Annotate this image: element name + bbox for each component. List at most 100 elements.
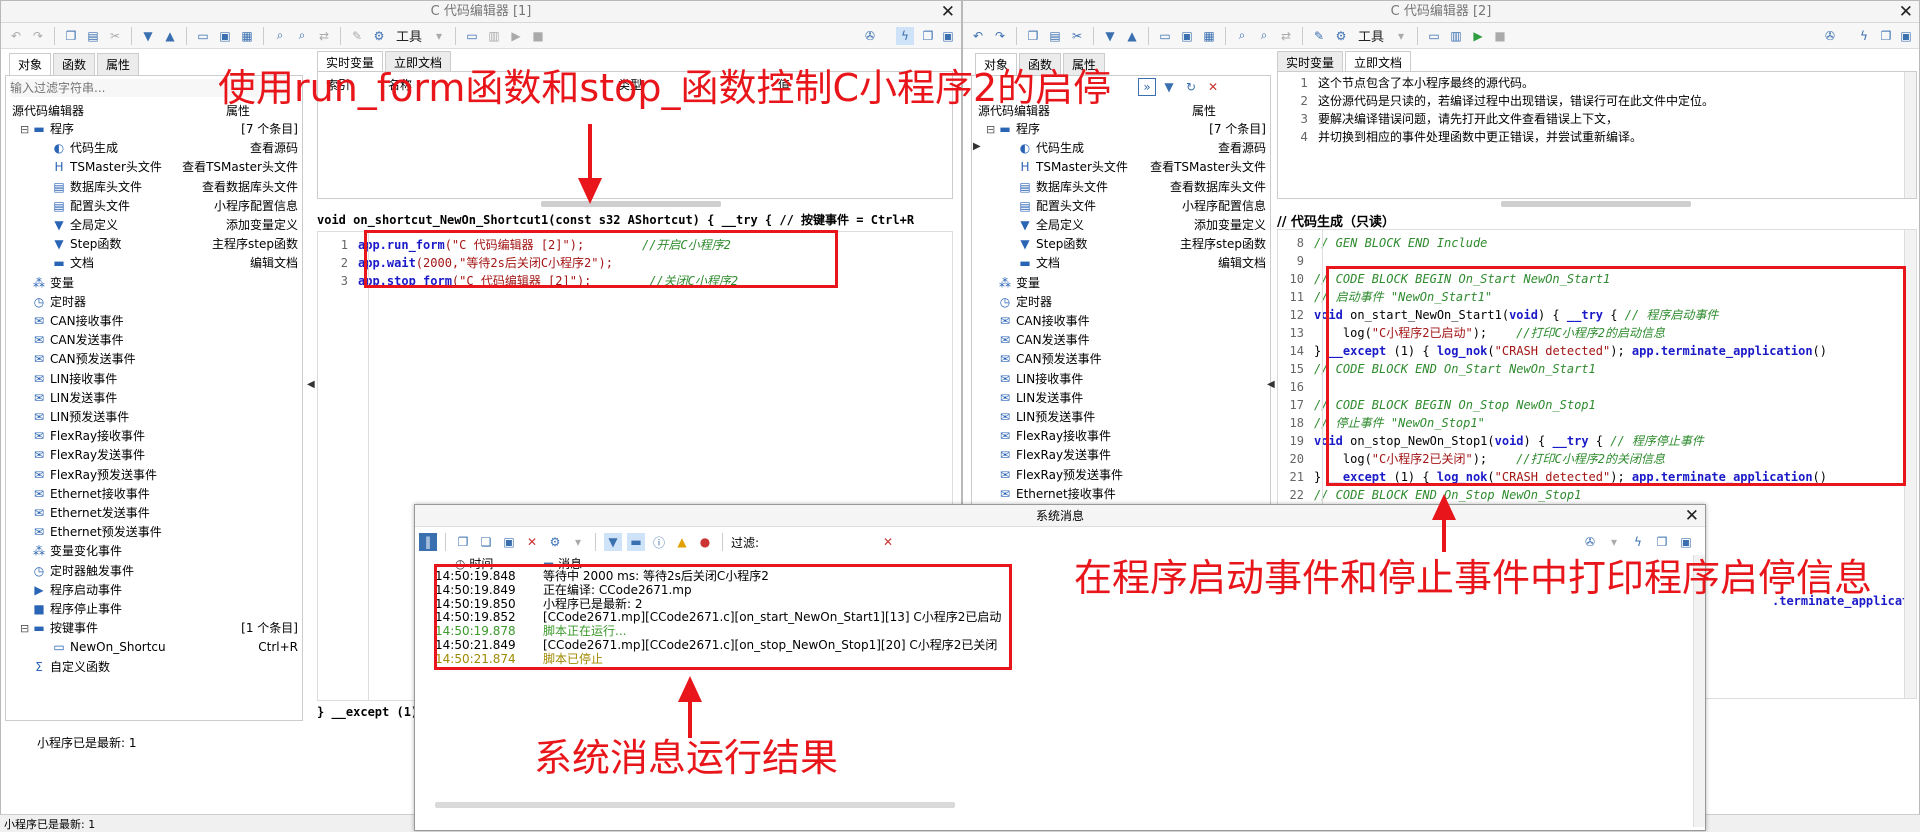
find-next-icon[interactable]: ⌕ bbox=[293, 27, 311, 45]
filter-icon[interactable]: ▼ bbox=[604, 533, 622, 551]
tree-item[interactable]: ▭ NewOn_Shortcu bbox=[40, 638, 165, 657]
tree-item[interactable]: ✉ Ethernet接收事件 bbox=[986, 485, 1116, 504]
window-icon[interactable]: ❐ bbox=[919, 27, 937, 45]
tools-menu-button[interactable]: 工具 bbox=[392, 26, 426, 45]
tree-item-value[interactable]: 主程序step函数 bbox=[1180, 235, 1266, 254]
arrow-up-icon[interactable]: ▲ bbox=[1123, 27, 1141, 45]
edit-icon[interactable]: ✎ bbox=[1310, 27, 1328, 45]
undo-icon[interactable]: ↶ bbox=[7, 27, 25, 45]
tree-item[interactable]: ✉ FlexRay接收事件 bbox=[986, 427, 1111, 446]
gear-icon[interactable]: ⚙ bbox=[1332, 27, 1350, 45]
window-icon[interactable]: ❐ bbox=[1877, 27, 1895, 45]
tree-item[interactable]: ✉ LIN预发送事件 bbox=[20, 408, 129, 427]
tree-item[interactable]: ✉ CAN预发送事件 bbox=[20, 350, 136, 369]
tree-item[interactable]: ◷ 定时器 bbox=[20, 293, 86, 312]
tab-properties[interactable]: 属性 bbox=[97, 53, 140, 75]
save-icon[interactable]: ▣ bbox=[1178, 27, 1196, 45]
tree-item[interactable]: H TSMaster头文件 bbox=[1006, 158, 1127, 177]
restore-icon[interactable]: ▣ bbox=[939, 27, 957, 45]
paste-icon[interactable]: ▤ bbox=[1046, 27, 1064, 45]
tree-item-value[interactable]: 小程序配置信息 bbox=[214, 197, 298, 216]
clear-icon[interactable]: ✕ bbox=[1204, 78, 1222, 96]
restore-icon[interactable]: ▣ bbox=[1897, 27, 1915, 45]
tree-item[interactable]: Σ 自定义函数 bbox=[20, 658, 110, 677]
run-icon[interactable]: ▶ bbox=[507, 27, 525, 45]
redo-icon[interactable]: ↷ bbox=[29, 27, 47, 45]
arrow-down-icon[interactable]: ▼ bbox=[139, 27, 157, 45]
redo-icon[interactable]: ↷ bbox=[991, 27, 1009, 45]
save-as-icon[interactable]: ▦ bbox=[238, 27, 256, 45]
tab-realtime-vars[interactable]: 实时变量 bbox=[1277, 51, 1344, 73]
open-icon[interactable]: ▭ bbox=[194, 27, 212, 45]
chevron-down-icon[interactable]: ▾ bbox=[1605, 533, 1623, 551]
tree-item[interactable]: ✉ LIN发送事件 bbox=[20, 389, 117, 408]
tree-item[interactable]: ⊟ ▬ 按键事件 bbox=[20, 619, 98, 638]
tree-item-value[interactable]: [1 个条目] bbox=[241, 619, 298, 638]
collapse-panel-icon[interactable]: ◀ bbox=[307, 379, 315, 390]
lightning-icon[interactable]: ϟ bbox=[896, 27, 914, 45]
tree-item[interactable]: ▤ 数据库头文件 bbox=[1006, 178, 1108, 197]
tree-item[interactable]: ■ 程序停止事件 bbox=[20, 600, 122, 619]
close-icon[interactable]: ✕ bbox=[941, 1, 955, 23]
tree-item[interactable]: ✉ LIN预发送事件 bbox=[986, 408, 1095, 427]
run-icon[interactable]: ▶ bbox=[1469, 27, 1487, 45]
tab-functions[interactable]: 函数 bbox=[53, 53, 96, 75]
lightning-icon[interactable]: ϟ bbox=[1629, 533, 1647, 551]
tree-item-value[interactable]: 编辑文档 bbox=[250, 254, 298, 273]
tree-item[interactable]: ✉ FlexRay预发送事件 bbox=[20, 466, 157, 485]
tree-item[interactable]: ✉ Ethernet预发送事件 bbox=[20, 523, 162, 542]
chevron-down-icon[interactable]: ▾ bbox=[1392, 27, 1410, 45]
chat-icon[interactable]: ▬ bbox=[627, 533, 645, 551]
tab-immediate-doc[interactable]: 立即文档 bbox=[1345, 51, 1412, 73]
tree-item-value[interactable]: 主程序step函数 bbox=[212, 235, 298, 254]
tree-item[interactable]: ✉ LIN接收事件 bbox=[986, 370, 1083, 389]
save-icon[interactable]: ▣ bbox=[216, 27, 234, 45]
collapse-panel-icon[interactable]: ◀ bbox=[1267, 379, 1275, 390]
tree-item[interactable]: ⁂ 变量变化事件 bbox=[20, 542, 122, 561]
replace-icon[interactable]: ⇄ bbox=[1277, 27, 1295, 45]
tree-item-value[interactable]: 查看数据库头文件 bbox=[202, 178, 298, 197]
tree-item[interactable]: ✉ LIN发送事件 bbox=[986, 389, 1083, 408]
expand-panel-icon[interactable]: ▶ bbox=[973, 141, 981, 152]
collapse-toggle-icon[interactable]: ⊟ bbox=[20, 120, 32, 139]
folder-icon[interactable]: ▭ bbox=[1425, 27, 1443, 45]
tree-item[interactable]: ✉ CAN预发送事件 bbox=[986, 350, 1102, 369]
clear-filter-icon[interactable]: ✕ bbox=[879, 533, 897, 551]
tree-item-value[interactable]: 查看TSMaster头文件 bbox=[182, 158, 298, 177]
tree-item[interactable]: ▤ 数据库头文件 bbox=[40, 178, 142, 197]
tree-item[interactable]: ◷ 定时器 bbox=[986, 293, 1052, 312]
restore-icon[interactable]: ▣ bbox=[1677, 533, 1695, 551]
search-icon[interactable]: ⌕ bbox=[1233, 27, 1251, 45]
paste-icon[interactable]: ▤ bbox=[84, 27, 102, 45]
tree-item[interactable]: ✉ FlexRay预发送事件 bbox=[986, 466, 1123, 485]
copy-all-icon[interactable]: ❏ bbox=[477, 533, 495, 551]
wrench-icon[interactable]: ✇ bbox=[1581, 533, 1599, 551]
cut-icon[interactable]: ✂ bbox=[106, 27, 124, 45]
copy-icon[interactable]: ❐ bbox=[1024, 27, 1042, 45]
tree-item-value[interactable]: 查看数据库头文件 bbox=[1170, 178, 1266, 197]
wrench-icon[interactable]: ✇ bbox=[861, 27, 879, 45]
warning-icon[interactable]: ▲ bbox=[673, 533, 691, 551]
lightning-icon[interactable]: ϟ bbox=[1855, 27, 1873, 45]
stop-icon[interactable]: ■ bbox=[529, 27, 547, 45]
tab-objects[interactable]: 对象 bbox=[9, 53, 52, 75]
tree-item-value[interactable]: [7 个条目] bbox=[241, 120, 298, 139]
chevron-down-icon[interactable]: ▾ bbox=[430, 27, 448, 45]
cut-icon[interactable]: ✂ bbox=[1068, 27, 1086, 45]
tree-item[interactable]: ◐ 代码生成 bbox=[40, 139, 118, 158]
tree-item-value[interactable]: 查看源码 bbox=[1218, 139, 1266, 158]
info-icon[interactable]: ⓘ bbox=[650, 533, 668, 551]
tree-item[interactable]: ✉ FlexRay发送事件 bbox=[986, 446, 1111, 465]
copy-icon[interactable]: ❐ bbox=[454, 533, 472, 551]
tree-item-value[interactable]: 编辑文档 bbox=[1218, 254, 1266, 273]
tree-item-value[interactable]: [7 个条目] bbox=[1209, 120, 1266, 139]
compile-icon[interactable]: ▥ bbox=[485, 27, 503, 45]
undo-icon[interactable]: ↶ bbox=[969, 27, 987, 45]
close-icon[interactable]: ✕ bbox=[1899, 1, 1913, 23]
open-icon[interactable]: ▭ bbox=[1156, 27, 1174, 45]
refresh-icon[interactable]: ↻ bbox=[1182, 78, 1200, 96]
tree-item[interactable]: ✉ CAN接收事件 bbox=[20, 312, 124, 331]
tree-item[interactable]: ▬ 文档 bbox=[1006, 254, 1060, 273]
splitter-handle[interactable] bbox=[1501, 201, 1691, 207]
tree-item[interactable]: ⊟ ▬ 程序 bbox=[20, 120, 74, 139]
